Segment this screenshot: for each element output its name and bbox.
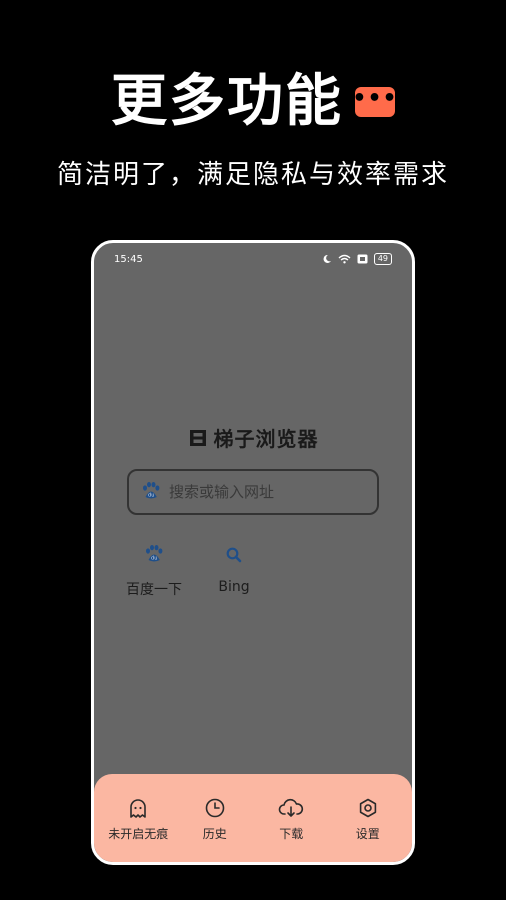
battery-icon: 49: [373, 253, 392, 265]
sim-icon: [357, 254, 368, 264]
nav-incognito[interactable]: 未开启无痕: [103, 795, 173, 842]
nav-history-label: 历史: [202, 826, 227, 841]
search-icon: [226, 547, 242, 563]
search-bar[interactable]: du: [127, 469, 379, 515]
nav-history[interactable]: 历史: [180, 795, 250, 842]
headline-title: 更多功能: [111, 69, 343, 134]
search-input[interactable]: [167, 482, 351, 502]
bottom-nav: 未开启无痕 历史 下载 设置: [94, 774, 412, 862]
wifi-icon: [338, 254, 351, 264]
moon-icon: [323, 254, 331, 263]
settings-icon: [359, 798, 376, 817]
nav-settings[interactable]: 设置: [333, 795, 403, 842]
ladder-logo-icon: [189, 429, 206, 446]
svg-text:du: du: [151, 555, 157, 561]
shortcut-baidu[interactable]: du 百度一下: [124, 541, 184, 599]
status-icons: 49: [322, 253, 392, 265]
shortcut-bing-label: Bing: [218, 579, 250, 595]
status-time: 15:45: [114, 253, 143, 265]
more-dots-icon: •••: [352, 87, 397, 117]
ghost-icon: [130, 798, 147, 818]
headline: 更多功能 •••: [0, 74, 506, 130]
shortcut-bing[interactable]: Bing: [204, 541, 264, 599]
app-name: 梯子浏览器: [213, 427, 319, 451]
svg-text:du: du: [148, 492, 154, 498]
promo-page: 更多功能 ••• 简洁明了，满足隐私与效率需求 15:45 49 梯子浏览器 d…: [0, 0, 506, 900]
subheadline: 简洁明了，满足隐私与效率需求: [56, 160, 449, 190]
app-brand: 梯子浏览器: [94, 423, 412, 452]
nav-settings-label: 设置: [355, 826, 380, 841]
status-bar: 15:45 49: [114, 251, 392, 267]
nav-downloads[interactable]: 下载: [256, 795, 326, 842]
cloud-download-icon: [278, 798, 304, 817]
shortcut-baidu-label: 百度一下: [126, 582, 182, 598]
baidu-paw-icon: du: [146, 545, 163, 562]
phone-frame: 15:45 49 梯子浏览器 du 搜索或输入网址 du 百度一下 Bing 未…: [91, 240, 415, 865]
baidu-paw-icon[interactable]: du: [141, 481, 161, 503]
nav-incognito-label: 未开启无痕: [108, 826, 169, 841]
clock-icon: [205, 798, 225, 817]
search-engine-shortcuts: du 百度一下 Bing: [124, 541, 264, 599]
nav-downloads-label: 下载: [279, 826, 304, 841]
